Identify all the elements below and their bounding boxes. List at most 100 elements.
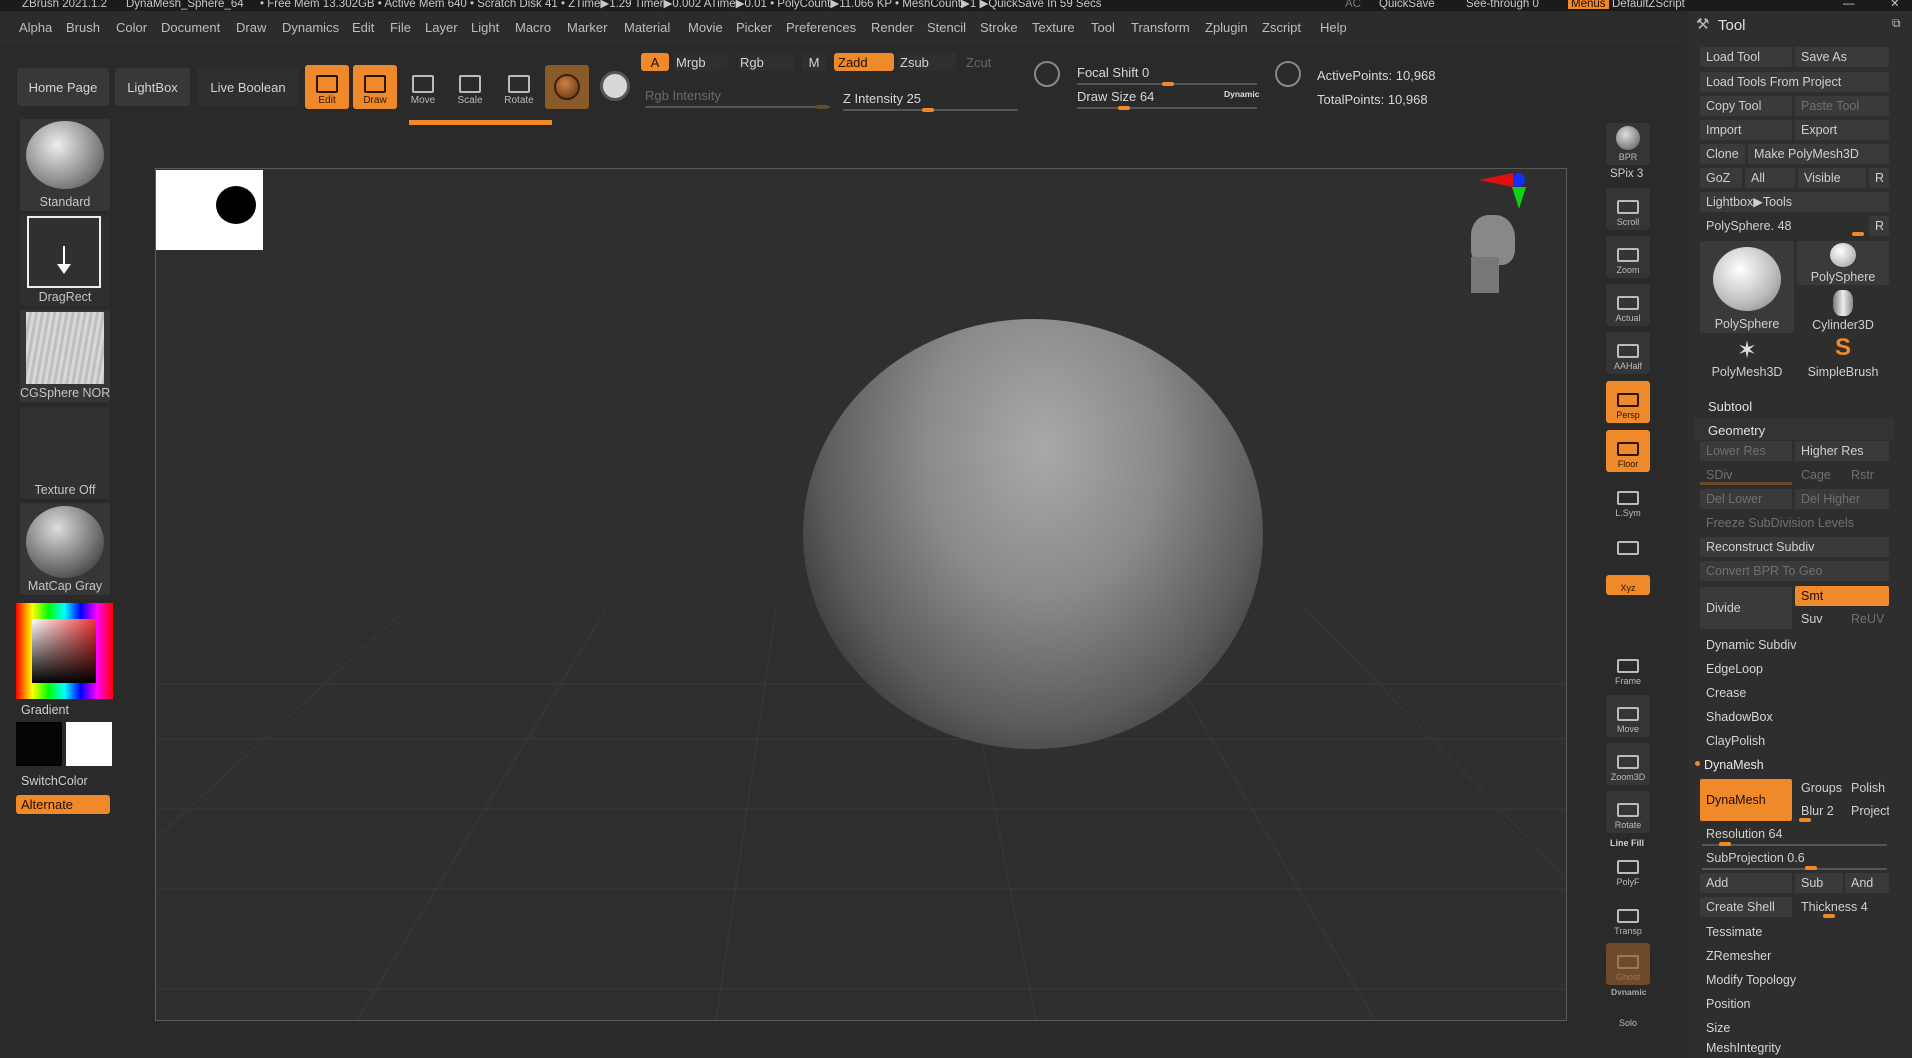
lsym-button[interactable]: L.Sym	[1606, 479, 1650, 521]
menu-macro[interactable]: Macro	[515, 20, 551, 35]
menu-layer[interactable]: Layer	[425, 20, 458, 35]
floor-button[interactable]: Floor	[1606, 430, 1650, 472]
modify-topology-section[interactable]: Modify Topology	[1700, 970, 1890, 990]
draw-mode-button[interactable]: Draw	[353, 65, 397, 109]
current-tool-thumb[interactable]: PolySphere	[1700, 241, 1794, 333]
dynamesh-button[interactable]: DynaMesh	[1700, 779, 1792, 821]
goz-visible-button[interactable]: Visible	[1798, 168, 1866, 188]
main-color-swatch[interactable]	[16, 722, 62, 766]
rotate-mode-button[interactable]: Rotate	[497, 65, 541, 109]
mrgb-button[interactable]: Mrgb	[674, 53, 728, 71]
see-through-slider[interactable]: See-through 0	[1466, 0, 1539, 10]
menu-zscript[interactable]: Zscript	[1262, 20, 1301, 35]
geometry-header[interactable]: Geometry	[1708, 423, 1765, 438]
document-canvas[interactable]	[155, 168, 1567, 1021]
stroke-s-icon[interactable]	[1034, 61, 1060, 87]
sub-button[interactable]: Sub	[1795, 873, 1843, 893]
lower-res-button[interactable]: Lower Res	[1700, 441, 1792, 461]
cylinder3d-thumb[interactable]: Cylinder3D	[1797, 289, 1889, 333]
dynamesh-section[interactable]: DynaMesh	[1700, 755, 1890, 775]
brush-tile[interactable]: Standard	[20, 119, 110, 211]
size-section[interactable]: Size	[1700, 1018, 1890, 1038]
blur-slider-knob[interactable]	[1799, 818, 1811, 822]
menu-marker[interactable]: Marker	[567, 20, 607, 35]
alternate-button[interactable]: Alternate	[16, 795, 110, 814]
clone-button[interactable]: Clone	[1700, 144, 1745, 164]
switch-color-button[interactable]: SwitchColor	[21, 774, 88, 788]
alpha-tile[interactable]: CGSphere NORM	[20, 310, 110, 402]
z-intensity-knob[interactable]	[922, 108, 934, 112]
goz-button[interactable]: GoZ	[1700, 168, 1742, 188]
menu-dynamics[interactable]: Dynamics	[282, 20, 339, 35]
polish-toggle[interactable]: Polish	[1845, 778, 1889, 798]
secondary-color-swatch[interactable]	[66, 722, 112, 766]
stroke-tile[interactable]: DragRect	[20, 214, 110, 306]
menu-movie[interactable]: Movie	[688, 20, 723, 35]
menu-tool[interactable]: Tool	[1091, 20, 1115, 35]
rgb-intensity-slider[interactable]: Rgb Intensity	[645, 88, 721, 103]
subprojection-slider-knob[interactable]	[1805, 866, 1817, 870]
crease-section[interactable]: Crease	[1700, 683, 1890, 703]
aahalf-button[interactable]: AAHalf	[1606, 332, 1650, 374]
minimize-icon[interactable]: —	[1843, 0, 1855, 10]
thickness-slider-knob[interactable]	[1823, 914, 1835, 918]
dynamesh-sphere-model[interactable]	[803, 319, 1263, 749]
focal-shift-slider[interactable]: Focal Shift 0	[1077, 65, 1149, 80]
load-tool-button[interactable]: Load Tool	[1700, 47, 1792, 67]
del-lower-button[interactable]: Del Lower	[1700, 489, 1792, 509]
create-shell-button[interactable]: Create Shell	[1700, 897, 1792, 917]
menus-button[interactable]: Menus	[1568, 0, 1609, 10]
smt-toggle[interactable]: Smt	[1795, 586, 1889, 606]
solo-button[interactable]: Solo	[1606, 995, 1650, 1031]
polysphere-slider-knob[interactable]	[1852, 232, 1864, 236]
color-square[interactable]	[32, 619, 96, 683]
menu-brush[interactable]: Brush	[66, 20, 100, 35]
scroll-button[interactable]: Scroll	[1606, 188, 1650, 230]
polysphere-slider[interactable]: PolySphere. 48	[1700, 216, 1867, 236]
lightbox-tools-button[interactable]: Lightbox▶Tools	[1700, 192, 1889, 212]
menu-file[interactable]: File	[390, 20, 411, 35]
z-intensity-slider[interactable]: Z Intensity 25	[843, 91, 921, 106]
dock-icon[interactable]: ⧉	[1892, 16, 1901, 31]
zcut-button[interactable]: Zcut	[960, 53, 1010, 71]
edgeloop-section[interactable]: EdgeLoop	[1700, 659, 1890, 679]
spotlight-icon[interactable]	[600, 71, 630, 101]
groups-toggle[interactable]: Groups	[1795, 778, 1843, 798]
menu-color[interactable]: Color	[116, 20, 147, 35]
resolution-slider[interactable]: Resolution 64	[1700, 824, 1889, 844]
goz-r-button[interactable]: R	[1869, 168, 1889, 188]
a-button[interactable]: A	[641, 53, 669, 71]
simplebrush-thumb[interactable]: S SimpleBrush	[1797, 334, 1889, 380]
claypolish-section[interactable]: ClayPolish	[1700, 731, 1890, 751]
rgb-intensity-knob[interactable]	[816, 105, 828, 109]
convert-bpr-button[interactable]: Convert BPR To Geo	[1700, 561, 1889, 581]
polysphere-thumb[interactable]: PolySphere	[1797, 241, 1889, 285]
z-axis-gizmo[interactable]	[1511, 173, 1525, 187]
frame-button[interactable]: Frame	[1606, 647, 1650, 689]
higher-res-button[interactable]: Higher Res	[1795, 441, 1889, 461]
polysphere-r-button[interactable]: R	[1869, 216, 1889, 236]
project-toggle[interactable]: Project	[1845, 801, 1889, 821]
dynamic-toggle[interactable]: Dynamic	[1224, 89, 1259, 99]
rgb-button[interactable]: Rgb	[738, 53, 794, 71]
menu-stencil[interactable]: Stencil	[927, 20, 966, 35]
focal-shift-knob[interactable]	[1162, 82, 1174, 86]
rotate-view-button[interactable]: Rotate	[1606, 791, 1650, 833]
shadowbox-section[interactable]: ShadowBox	[1700, 707, 1890, 727]
draw-size-knob[interactable]	[1118, 106, 1130, 110]
ghost-button[interactable]: Ghost	[1606, 943, 1650, 985]
position-section[interactable]: Position	[1700, 994, 1890, 1014]
y-axis-gizmo[interactable]	[1512, 187, 1526, 209]
subtool-header[interactable]: Subtool	[1708, 399, 1752, 414]
m-button[interactable]: M	[802, 53, 826, 71]
divide-button[interactable]: Divide	[1700, 587, 1792, 629]
stroke-d-icon[interactable]	[1275, 61, 1301, 87]
spix-slider[interactable]: SPix 3	[1610, 168, 1643, 180]
persp-button[interactable]: Persp	[1606, 381, 1650, 423]
move-view-button[interactable]: Move	[1606, 695, 1650, 737]
export-button[interactable]: Export	[1795, 120, 1889, 140]
zoom3d-button[interactable]: Zoom3D	[1606, 743, 1650, 785]
actual-button[interactable]: Actual	[1606, 284, 1650, 326]
paste-tool-button[interactable]: Paste Tool	[1795, 96, 1889, 116]
polymesh3d-thumb[interactable]: ✶ PolyMesh3D	[1700, 336, 1794, 380]
